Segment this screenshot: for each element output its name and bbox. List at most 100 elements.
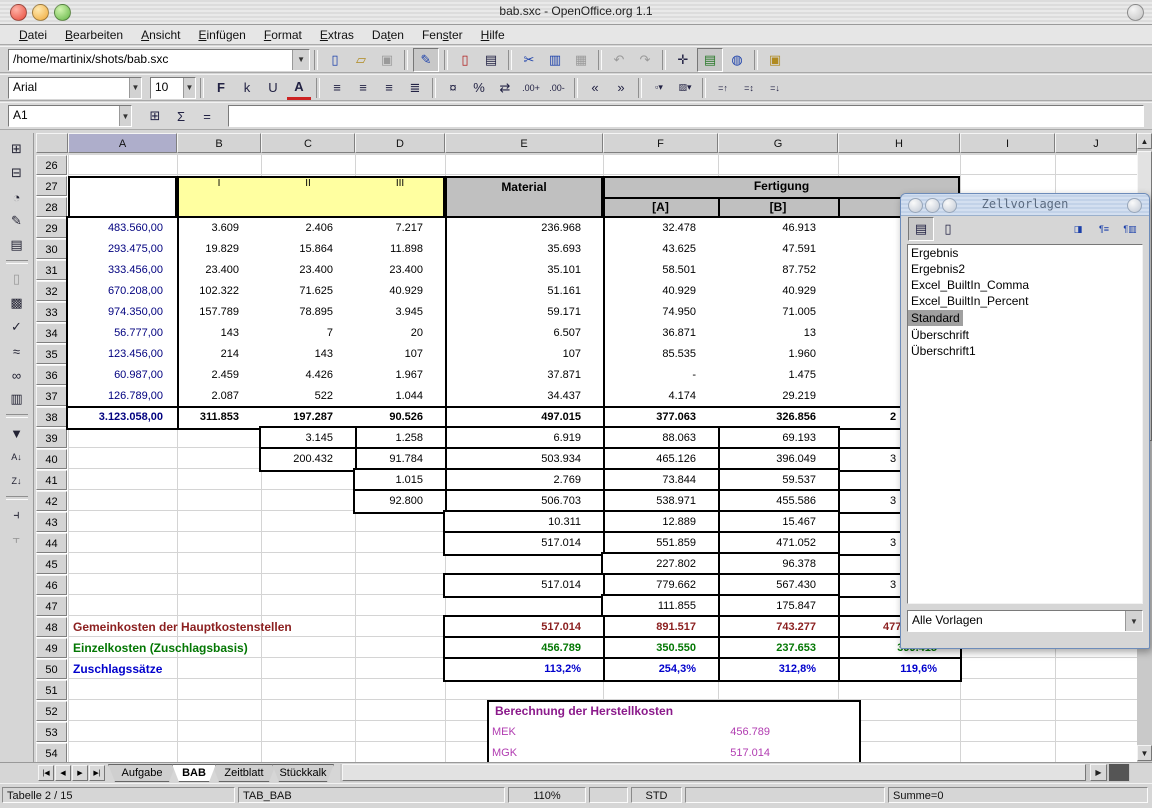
themes-icon[interactable]: ▩ bbox=[4, 291, 30, 315]
open-icon[interactable]: ▱ bbox=[349, 49, 373, 71]
cell-d41[interactable]: 1.015 bbox=[355, 470, 445, 491]
cell-e40[interactable]: 503.934 bbox=[445, 449, 603, 470]
prev-sheet-button[interactable]: ◀ bbox=[55, 765, 71, 781]
stylist-title-bar[interactable]: Zellvorlagen bbox=[901, 194, 1149, 216]
name-box-combo[interactable]: ▼ bbox=[8, 105, 132, 127]
cell-reference-input[interactable] bbox=[9, 106, 119, 124]
sheet-tab-aufgabe[interactable]: Aufgabe bbox=[108, 764, 176, 782]
cell-e50[interactable]: 113,2% bbox=[445, 659, 603, 680]
italic-button[interactable]: k bbox=[235, 77, 259, 99]
row-header-44[interactable]: 44 bbox=[36, 533, 67, 553]
percent-format-button[interactable]: % bbox=[467, 77, 491, 99]
save-icon[interactable]: ▣ bbox=[375, 49, 399, 71]
borders-button[interactable]: ▫▾ bbox=[647, 77, 671, 99]
cell-d37[interactable]: 1.044 bbox=[355, 386, 445, 407]
cell-e29[interactable]: 236.968 bbox=[445, 218, 603, 239]
stylist-dock-button[interactable] bbox=[1127, 198, 1142, 213]
menu-datei[interactable]: Datei bbox=[10, 26, 56, 44]
align-top-button[interactable]: =↑ bbox=[711, 77, 735, 99]
autospellcheck-icon[interactable]: ≈ bbox=[4, 339, 30, 363]
style-filter-dropdown-icon[interactable]: ▼ bbox=[1125, 611, 1142, 631]
cell-f41[interactable]: 73.844 bbox=[603, 470, 718, 491]
style-filter-input[interactable] bbox=[908, 611, 1125, 629]
column-header-a[interactable]: A bbox=[68, 133, 177, 153]
cell-g42[interactable]: 455.586 bbox=[718, 491, 838, 512]
select-all-corner[interactable] bbox=[36, 133, 68, 153]
cell-a32[interactable]: 670.208,00 bbox=[68, 281, 177, 302]
cell-f48[interactable]: 891.517 bbox=[603, 617, 718, 638]
row-header-28[interactable]: 28 bbox=[36, 197, 67, 217]
cell-a31[interactable]: 333.456,00 bbox=[68, 260, 177, 281]
cell-b31[interactable]: 23.400 bbox=[177, 260, 261, 281]
cell-f39[interactable]: 88.063 bbox=[603, 428, 718, 449]
new-document-icon[interactable]: ▯ bbox=[323, 49, 347, 71]
cell-b35[interactable]: 214 bbox=[177, 344, 261, 365]
cell-g41[interactable]: 59.537 bbox=[718, 470, 838, 491]
group-icon[interactable]: ⫞ bbox=[4, 503, 30, 527]
cell-e31[interactable]: 35.101 bbox=[445, 260, 603, 281]
cell-d31[interactable]: 23.400 bbox=[355, 260, 445, 281]
cell-h50[interactable]: 119,6% bbox=[838, 659, 960, 680]
insert-mode-field[interactable]: STD bbox=[631, 787, 682, 803]
column-header-h[interactable]: H bbox=[838, 133, 960, 153]
menu-ansicht[interactable]: Ansicht bbox=[132, 26, 189, 44]
cell-f44[interactable]: 551.859 bbox=[603, 533, 718, 554]
sheet-tab-zeitblatt[interactable]: Zeitblatt bbox=[212, 764, 276, 782]
cell-g43[interactable]: 15.467 bbox=[718, 512, 838, 533]
cell-d36[interactable]: 1.967 bbox=[355, 365, 445, 386]
cell-g39[interactable]: 69.193 bbox=[718, 428, 838, 449]
row-header-41[interactable]: 41 bbox=[36, 470, 67, 490]
cell-d33[interactable]: 3.945 bbox=[355, 302, 445, 323]
stylist-icon[interactable]: ▤ bbox=[697, 48, 723, 72]
cell-e37[interactable]: 34.437 bbox=[445, 386, 603, 407]
find-replace-icon[interactable]: ∞ bbox=[4, 363, 30, 387]
cell-f35[interactable]: 85.535 bbox=[603, 344, 718, 365]
cell-c35[interactable]: 143 bbox=[261, 344, 355, 365]
increase-indent-button[interactable]: » bbox=[609, 77, 633, 99]
sheet-area-icon[interactable]: ⊞ bbox=[143, 105, 167, 127]
standard-format-button[interactable]: ⇄ bbox=[493, 77, 517, 99]
cut-icon[interactable]: ✂ bbox=[517, 49, 541, 71]
cell-a36[interactable]: 60.987,00 bbox=[68, 365, 177, 386]
delete-decimal-button[interactable]: .00- bbox=[545, 77, 569, 99]
cell-g37[interactable]: 29.219 bbox=[718, 386, 838, 407]
cell-g30[interactable]: 47.591 bbox=[718, 239, 838, 260]
style-filter-combo[interactable]: ▼ bbox=[907, 610, 1141, 632]
cell-g38[interactable]: 326.856 bbox=[718, 407, 838, 428]
row-header-43[interactable]: 43 bbox=[36, 512, 67, 532]
row-header-39[interactable]: 39 bbox=[36, 428, 67, 448]
spellcheck-icon[interactable]: ✓ bbox=[4, 315, 30, 339]
cell-c29[interactable]: 2.406 bbox=[261, 218, 355, 239]
cell-a33[interactable]: 974.350,00 bbox=[68, 302, 177, 323]
column-header-j[interactable]: J bbox=[1055, 133, 1137, 153]
cell-e52[interactable]: Berechnung der Herstellkosten bbox=[492, 701, 852, 722]
add-decimal-button[interactable]: .00+ bbox=[519, 77, 543, 99]
cell-g50[interactable]: 312,8% bbox=[718, 659, 838, 680]
cell-b38[interactable]: 311.853 bbox=[177, 407, 261, 428]
export-pdf-icon[interactable]: ▯ bbox=[453, 49, 477, 71]
cell-g44[interactable]: 471.052 bbox=[718, 533, 838, 554]
style-item-überschrift1[interactable]: Überschrift1 bbox=[908, 343, 1142, 359]
insert-cells-icon[interactable]: ⊟ bbox=[4, 161, 30, 185]
currency-format-button[interactable]: ¤ bbox=[441, 77, 465, 99]
row-header-47[interactable]: 47 bbox=[36, 596, 67, 616]
cell-d40[interactable]: 91.784 bbox=[355, 449, 445, 470]
cell-c33[interactable]: 78.895 bbox=[261, 302, 355, 323]
sum-field[interactable]: Summe=0 bbox=[888, 787, 1148, 803]
background-color-button[interactable]: ▨▾ bbox=[673, 77, 697, 99]
menu-einfgen[interactable]: Einfügen bbox=[189, 26, 254, 44]
cell-b29[interactable]: 3.609 bbox=[177, 218, 261, 239]
cell-f40[interactable]: 465.126 bbox=[603, 449, 718, 470]
menu-daten[interactable]: Daten bbox=[363, 26, 413, 44]
first-sheet-button[interactable]: |◀ bbox=[38, 765, 54, 781]
print-icon[interactable]: ▤ bbox=[479, 49, 503, 71]
cell-e36[interactable]: 37.871 bbox=[445, 365, 603, 386]
cell-e44[interactable]: 517.014 bbox=[445, 533, 603, 554]
column-header-g[interactable]: G bbox=[718, 133, 838, 153]
cell-f50[interactable]: 254,3% bbox=[603, 659, 718, 680]
cell-g36[interactable]: 1.475 bbox=[718, 365, 838, 386]
column-header-i[interactable]: I bbox=[960, 133, 1055, 153]
cell-d30[interactable]: 11.898 bbox=[355, 239, 445, 260]
cell-g40[interactable]: 396.049 bbox=[718, 449, 838, 470]
cell-a49[interactable]: Einzelkosten (Zuschlagsbasis) bbox=[70, 638, 442, 659]
